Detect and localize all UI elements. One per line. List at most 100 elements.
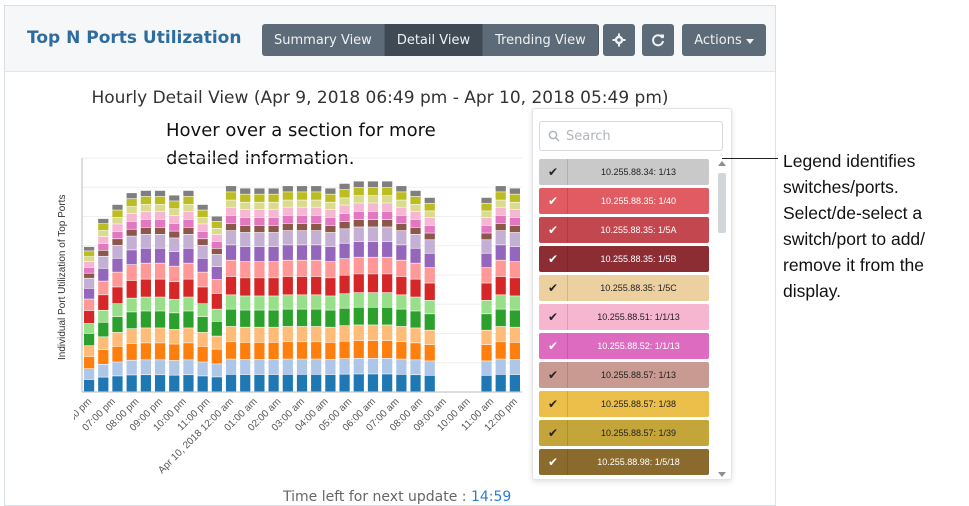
bar-segment[interactable] — [211, 216, 222, 222]
bar-segment[interactable] — [140, 248, 151, 263]
bar-segment[interactable] — [367, 181, 379, 188]
bar-segment[interactable] — [268, 188, 279, 194]
bar-segment[interactable] — [254, 225, 265, 233]
bar-segment[interactable] — [169, 215, 180, 224]
bar-segment[interactable] — [495, 207, 506, 216]
bar-segment[interactable] — [311, 223, 322, 231]
bar-segment[interactable] — [268, 359, 279, 375]
bar-segment[interactable] — [169, 209, 180, 216]
bar-segment[interactable] — [240, 359, 251, 375]
bar-segment[interactable] — [509, 374, 521, 392]
bar-segment[interactable] — [169, 329, 180, 344]
bar-segment[interactable] — [353, 211, 364, 220]
checkmark-icon[interactable]: ✔ — [539, 217, 567, 243]
bar-segment[interactable] — [140, 263, 151, 279]
bar-segment[interactable] — [339, 359, 350, 374]
bar-segment[interactable] — [211, 321, 222, 336]
bar-segment[interactable] — [183, 196, 194, 205]
bar-segment[interactable] — [282, 207, 293, 216]
bar-segment[interactable] — [339, 221, 350, 229]
bar-segment[interactable] — [83, 251, 95, 257]
bar-segment[interactable] — [325, 209, 336, 218]
bar-segment[interactable] — [396, 192, 407, 200]
bar-segment[interactable] — [140, 234, 151, 248]
bar-segment[interactable] — [311, 309, 322, 327]
bar-segment[interactable] — [296, 245, 308, 260]
settings-button[interactable] — [603, 24, 635, 56]
bar-segment[interactable] — [367, 307, 379, 325]
bar-segment[interactable] — [311, 215, 322, 224]
bar-segment[interactable] — [282, 276, 293, 295]
bar-segment[interactable] — [240, 232, 251, 247]
bar-segment[interactable] — [197, 217, 208, 224]
bar-segment[interactable] — [339, 243, 350, 259]
bar-segment[interactable] — [495, 186, 506, 192]
bar-segment[interactable] — [126, 229, 137, 236]
bar-segment[interactable] — [268, 217, 279, 226]
bar-segment[interactable] — [296, 374, 308, 392]
bar-segment[interactable] — [154, 227, 166, 234]
bar-segment[interactable] — [211, 279, 222, 294]
bar-segment[interactable] — [481, 344, 492, 361]
checkmark-icon[interactable]: ✔ — [539, 362, 567, 388]
bar-segment[interactable] — [410, 311, 421, 328]
bar-segment[interactable] — [296, 309, 308, 327]
bar-segment[interactable] — [296, 230, 308, 245]
legend-item[interactable]: ✔ 10.255.88.57: 1/38 — [539, 391, 709, 417]
bar-segment[interactable] — [183, 297, 194, 311]
bar-segment[interactable] — [154, 219, 166, 228]
bar-segment[interactable] — [225, 374, 237, 392]
bar-segment[interactable] — [126, 360, 137, 375]
bar-segment[interactable] — [197, 316, 208, 333]
bar-segment[interactable] — [509, 225, 521, 233]
bar-segment[interactable] — [98, 268, 109, 281]
bar-segment[interactable] — [268, 296, 279, 310]
bar-segment[interactable] — [495, 326, 506, 342]
bar-segment[interactable] — [211, 248, 222, 255]
bar-segment[interactable] — [254, 310, 265, 327]
bar-segment[interactable] — [353, 241, 364, 257]
bar-segment[interactable] — [126, 250, 137, 265]
bar-segment[interactable] — [481, 375, 492, 392]
bar-segment[interactable] — [495, 215, 506, 224]
bar-segment[interactable] — [83, 267, 95, 273]
bar-segment[interactable] — [268, 278, 279, 296]
bar-segment[interactable] — [282, 230, 293, 245]
bar-segment[interactable] — [98, 256, 109, 268]
bar-segment[interactable] — [254, 278, 265, 296]
bar-segment[interactable] — [225, 359, 237, 375]
bar-segment[interactable] — [169, 299, 180, 313]
bar-segment[interactable] — [311, 230, 322, 245]
bar-segment[interactable] — [112, 239, 123, 245]
bar-segment[interactable] — [325, 232, 336, 247]
checkmark-icon[interactable]: ✔ — [539, 159, 567, 185]
bar-segment[interactable] — [481, 217, 492, 226]
bar-segment[interactable] — [410, 196, 421, 205]
bar-segment[interactable] — [169, 231, 180, 238]
bar-segment[interactable] — [396, 359, 407, 375]
bar-segment[interactable] — [339, 374, 350, 392]
bar-segment[interactable] — [197, 376, 208, 392]
bar-segment[interactable] — [296, 215, 308, 224]
bar-segment[interactable] — [225, 200, 237, 207]
bar-segment[interactable] — [154, 360, 166, 375]
bar-segment[interactable] — [83, 246, 95, 251]
bar-segment[interactable] — [282, 374, 293, 392]
bar-segment[interactable] — [83, 323, 95, 334]
bar-segment[interactable] — [240, 327, 251, 343]
bar-segment[interactable] — [254, 374, 265, 392]
bar-segment[interactable] — [112, 362, 123, 376]
bar-segment[interactable] — [112, 346, 123, 362]
summary-view-button[interactable]: Summary View — [262, 24, 385, 56]
bar-segment[interactable] — [353, 340, 364, 359]
bar-segment[interactable] — [339, 213, 350, 222]
bar-segment[interactable] — [325, 194, 336, 202]
bar-segment[interactable] — [353, 274, 364, 293]
bar-segment[interactable] — [296, 326, 308, 342]
bar-segment[interactable] — [225, 215, 237, 224]
bar-segment[interactable] — [296, 200, 308, 207]
bar-segment[interactable] — [410, 227, 421, 234]
bar-segment[interactable] — [183, 248, 194, 263]
bar-segment[interactable] — [98, 250, 109, 256]
bar-segment[interactable] — [424, 330, 435, 345]
